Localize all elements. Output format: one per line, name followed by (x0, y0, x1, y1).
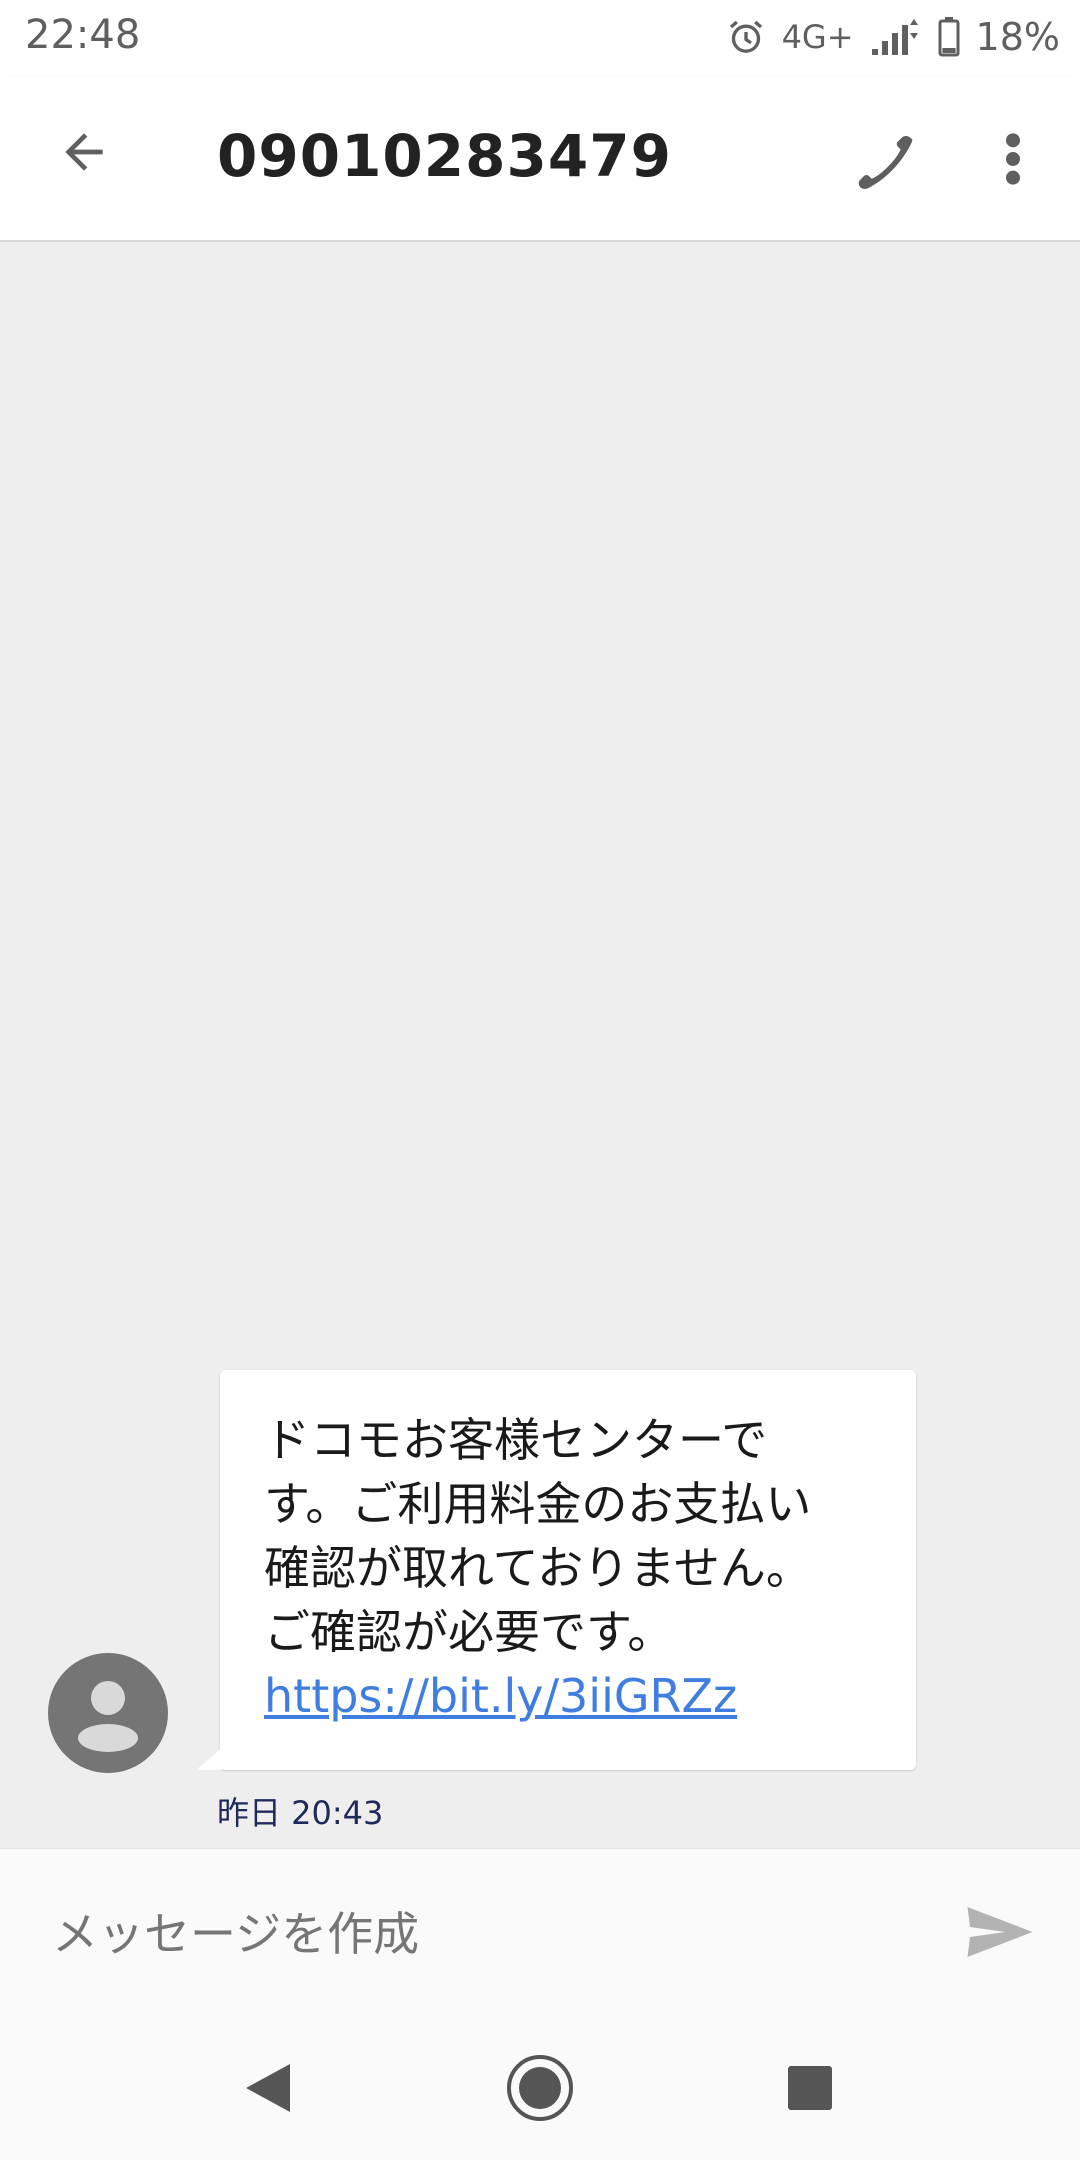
bubble-tail (196, 1748, 222, 1770)
signal-icon (870, 17, 922, 57)
nav-recents-icon (786, 2064, 834, 2116)
nav-home-button[interactable] (500, 2050, 580, 2130)
compose-bar (0, 1848, 1080, 2017)
network-type: 4G+ (781, 18, 854, 56)
nav-back-button[interactable] (228, 2050, 308, 2130)
alarm-icon (726, 17, 766, 57)
nav-back-icon (242, 2060, 294, 2120)
message-body: ドコモお客様センターです。ご利用料金のお支払い確認が取れておりません。ご確認が必… (264, 1408, 824, 1728)
status-bar: 22:48 4G+ 18% (0, 0, 1080, 76)
compose-input[interactable] (50, 1901, 894, 1967)
system-nav-bar (0, 2016, 1080, 2160)
conversation-title: 09010283479 (217, 122, 672, 190)
avatar[interactable] (48, 1653, 168, 1773)
more-vert-icon (1003, 131, 1023, 191)
status-time: 22:48 (25, 12, 141, 58)
send-button[interactable] (950, 1889, 1050, 1979)
send-icon (965, 1902, 1035, 1966)
message-timestamp: 昨日 20:43 (217, 1794, 384, 1832)
app-bar: 09010283479 (0, 76, 1080, 242)
battery-icon (938, 17, 960, 57)
nav-home-icon (505, 2053, 575, 2127)
back-button[interactable] (44, 114, 124, 194)
battery-percent: 18% (975, 15, 1060, 59)
phone-icon (856, 126, 922, 196)
status-icons: 4G+ 18% (726, 12, 1060, 62)
call-button[interactable] (844, 116, 934, 206)
back-arrow-icon (56, 124, 112, 184)
message-text: ドコモお客様センターです。ご利用料金のお支払い確認が取れておりません。ご確認が必… (264, 1413, 812, 1659)
message-link[interactable]: https://bit.ly/3iiGRZz (264, 1664, 824, 1728)
more-options-button[interactable] (978, 116, 1048, 206)
nav-recents-button[interactable] (770, 2050, 850, 2130)
